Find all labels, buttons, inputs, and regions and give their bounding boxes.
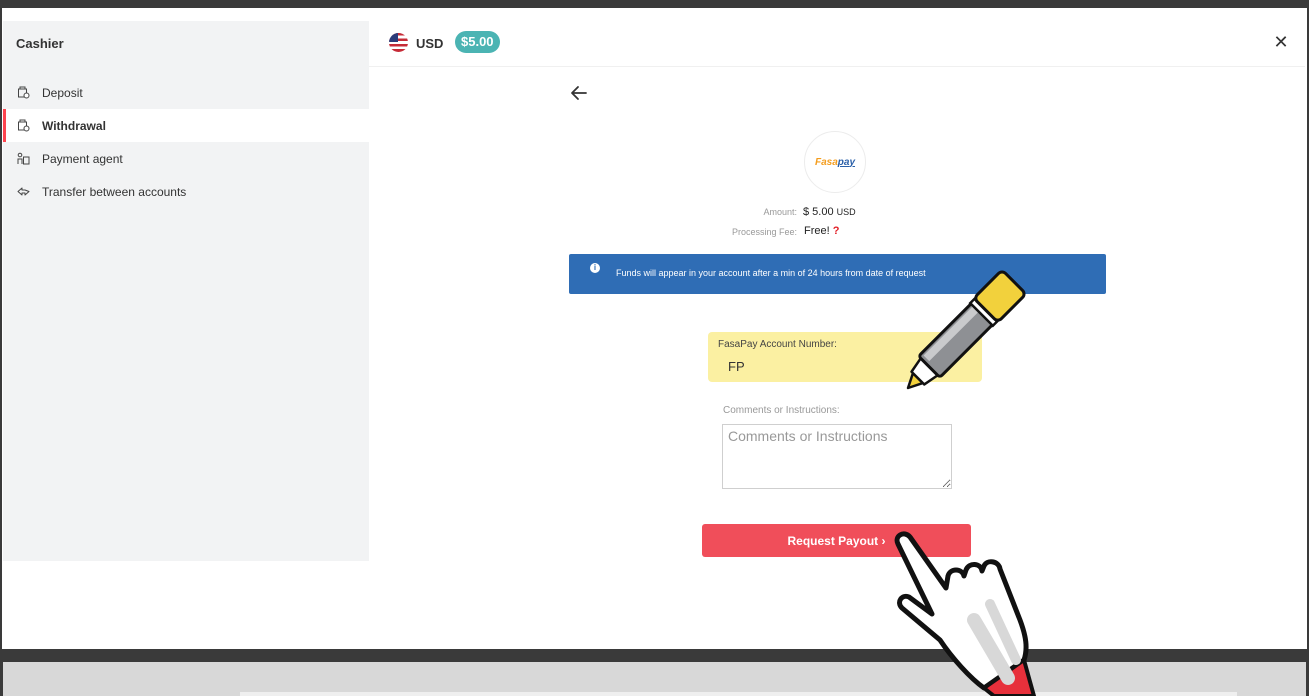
deposit-icon	[16, 86, 30, 100]
sidebar-item-label: Transfer between accounts	[42, 184, 187, 199]
sidebar-item-transfer[interactable]: Transfer between accounts	[3, 175, 369, 208]
comments-textarea[interactable]	[722, 424, 952, 489]
info-icon: i	[590, 263, 600, 273]
transfer-icon	[16, 185, 30, 199]
sidebar-item-payment-agent[interactable]: Payment agent	[3, 142, 369, 175]
amount-number: $ 5.00	[803, 206, 834, 218]
withdrawal-icon	[16, 119, 30, 133]
comments-label: Comments or Instructions:	[723, 405, 840, 416]
sidebar-item-label: Withdrawal	[42, 118, 106, 133]
fee-amount: Free!	[804, 225, 830, 237]
fasapay-logo: Fasapay	[804, 131, 866, 193]
back-arrow-icon[interactable]	[569, 83, 591, 105]
logo-fasa-text: Fasa	[814, 156, 838, 168]
notice-banner: i Funds will appear in your account afte…	[569, 254, 1106, 294]
bottom-panel	[3, 662, 1306, 696]
sidebar-item-deposit[interactable]: Deposit	[3, 76, 369, 109]
cashier-sidebar: Cashier Deposit Withdrawal Payment agent…	[3, 21, 369, 561]
notice-text: Funds will appear in your account after …	[616, 268, 926, 278]
sidebar-title: Cashier	[16, 36, 64, 51]
sidebar-item-label: Payment agent	[42, 151, 123, 166]
fee-label: Processing Fee:	[731, 227, 797, 237]
bottom-divider	[240, 692, 1237, 696]
sidebar-item-label: Deposit	[42, 85, 83, 100]
payment-agent-icon	[16, 152, 30, 166]
currency-label: USD	[416, 36, 444, 51]
sidebar-item-withdrawal[interactable]: Withdrawal	[3, 109, 369, 142]
account-number-input[interactable]	[718, 356, 948, 376]
us-flag-icon	[389, 33, 408, 52]
amount-label: Amount:	[763, 207, 797, 217]
amount-value: $ 5.00 USD	[803, 206, 856, 218]
fee-help-icon[interactable]: ?	[833, 225, 840, 237]
request-payout-button[interactable]: Request Payout ›	[702, 524, 971, 557]
cashier-header: USD $5.00 ✕	[369, 21, 1305, 67]
close-icon[interactable]: ✕	[1271, 32, 1291, 52]
fee-value: Free! ?	[804, 225, 839, 237]
account-number-label: FasaPay Account Number:	[718, 339, 837, 350]
amount-currency: USD	[836, 207, 856, 217]
balance-badge: $5.00	[455, 31, 500, 53]
logo-pay-text: pay	[837, 156, 856, 168]
